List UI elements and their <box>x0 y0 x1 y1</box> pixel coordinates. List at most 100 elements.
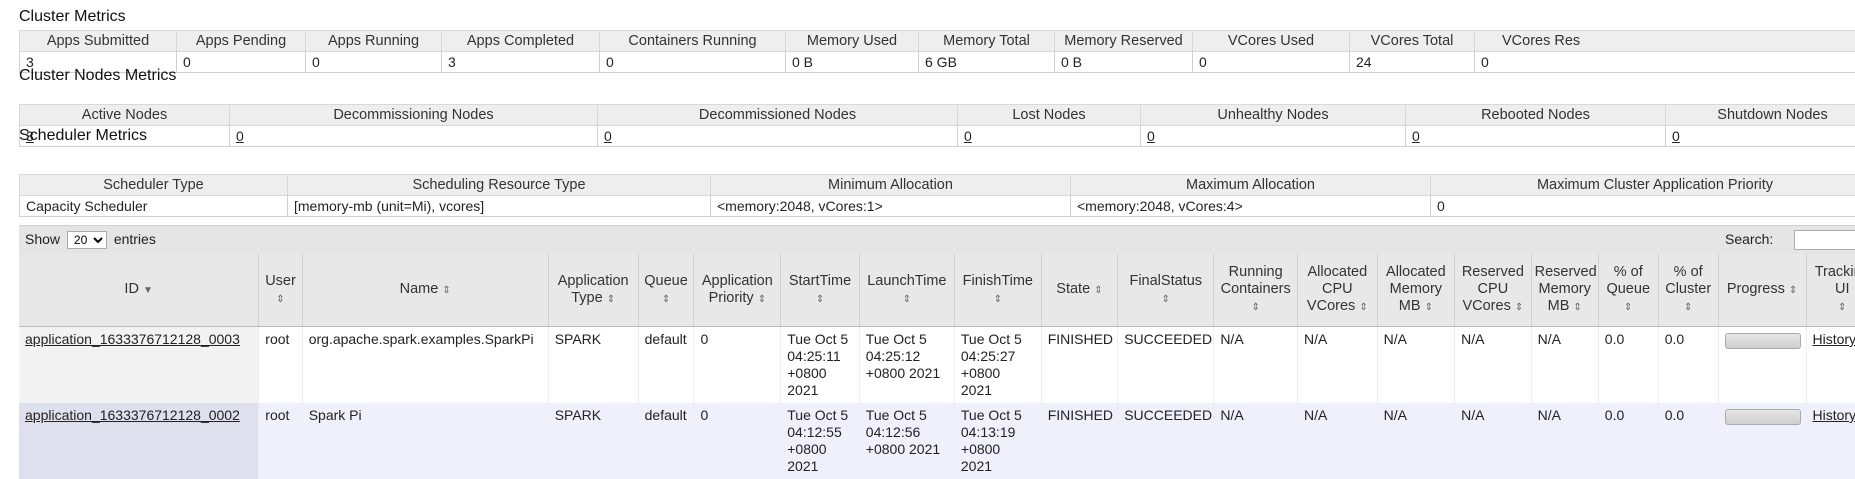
col-name[interactable]: Name ⇕ <box>302 254 548 327</box>
minimum-allocation-value: <memory:2048, vCores:1> <box>711 196 1071 217</box>
nodes-metrics-header-row: Active Nodes Decommissioning Nodes Decom… <box>20 105 1855 126</box>
pct-cluster-cell: 0.0 <box>1658 327 1718 404</box>
col-finish-time[interactable]: FinishTime⇕ <box>954 254 1041 327</box>
col-launch-time[interactable]: LaunchTime⇕ <box>859 254 954 327</box>
entries-select[interactable]: 20 <box>67 231 107 249</box>
application-id-link[interactable]: application_1633376712128_0002 <box>25 407 240 423</box>
col-start-time[interactable]: StartTime⇕ <box>781 254 860 327</box>
max-cluster-app-priority-value: 0 <box>1431 196 1855 217</box>
sort-icon: ⇕ <box>903 294 911 305</box>
col-running-containers[interactable]: Running Containers ⇕ <box>1214 254 1298 327</box>
nodes-metrics-table: Active Nodes Decommissioning Nodes Decom… <box>19 104 1855 147</box>
cluster-metrics-title: Cluster Metrics <box>19 8 126 26</box>
finish-time-cell: Tue Oct 5 04:13:19 +0800 2021 <box>954 403 1041 479</box>
col-id[interactable]: ID ▼ <box>19 254 259 327</box>
state-cell: FINISHED <box>1041 403 1117 479</box>
col-rebooted-nodes: Rebooted Nodes <box>1406 105 1666 126</box>
col-user[interactable]: User⇕ <box>259 254 302 327</box>
cluster-metrics-table: Apps Submitted Apps Pending Apps Running… <box>19 30 1855 73</box>
scheduler-metrics-table: Scheduler Type Scheduling Resource Type … <box>19 174 1855 217</box>
col-pct-of-queue[interactable]: % of Queue ⇕ <box>1598 254 1658 327</box>
search-input[interactable] <box>1794 230 1855 250</box>
finish-time-cell: Tue Oct 5 04:25:27 +0800 2021 <box>954 327 1041 404</box>
show-entries: Show 20 entries <box>25 231 156 249</box>
allocated-vcores-cell: N/A <box>1298 403 1378 479</box>
reserved-vcores-cell: N/A <box>1455 403 1531 479</box>
col-scheduling-resource-type: Scheduling Resource Type <box>288 175 711 196</box>
col-memory-used: Memory Used <box>786 31 919 52</box>
col-apps-completed: Apps Completed <box>442 31 600 52</box>
col-active-nodes: Active Nodes <box>20 105 230 126</box>
sort-icon: ⇕ <box>816 294 824 305</box>
col-tracking-ui[interactable]: Tracking UI⇕ <box>1806 254 1855 327</box>
nodes-metrics-title: Cluster Nodes Metrics <box>19 67 176 85</box>
col-reserved-memory-mb[interactable]: Reserved Memory MB ⇕ <box>1531 254 1598 327</box>
user-cell: root <box>259 327 302 404</box>
col-allocated-cpu-vcores[interactable]: Allocated CPU VCores ⇕ <box>1298 254 1378 327</box>
final-status-cell: SUCCEEDED <box>1118 403 1214 479</box>
unhealthy-nodes-link[interactable]: 0 <box>1147 128 1155 144</box>
col-max-cluster-app-priority: Maximum Cluster Application Priority <box>1431 175 1855 196</box>
col-unhealthy-nodes: Unhealthy Nodes <box>1141 105 1406 126</box>
sort-icon: ⇕ <box>442 285 450 296</box>
sort-icon: ⇕ <box>662 294 670 305</box>
priority-cell: 0 <box>694 403 781 479</box>
col-application-type[interactable]: Application Type ⇕ <box>548 254 638 327</box>
table-row: application_1633376712128_0002 root Spar… <box>19 403 1855 479</box>
sort-icon: ⇕ <box>758 294 766 305</box>
memory-reserved-value: 0 B <box>1055 52 1193 73</box>
col-memory-reserved: Memory Reserved <box>1055 31 1193 52</box>
table-controls-bar: Show 20 entries Search: <box>19 225 1855 254</box>
col-state[interactable]: State ⇕ <box>1041 254 1117 327</box>
col-decommissioned-nodes: Decommissioned Nodes <box>598 105 958 126</box>
final-status-cell: SUCCEEDED <box>1118 327 1214 404</box>
history-link[interactable]: History <box>1813 331 1855 347</box>
col-final-status[interactable]: FinalStatus⇕ <box>1118 254 1214 327</box>
name-cell: org.apache.spark.examples.SparkPi <box>302 327 548 404</box>
pct-queue-cell: 0.0 <box>1598 403 1658 479</box>
col-decommissioning-nodes: Decommissioning Nodes <box>230 105 598 126</box>
col-queue[interactable]: Queue⇕ <box>638 254 694 327</box>
pct-queue-cell: 0.0 <box>1598 327 1658 404</box>
apps-completed-value: 3 <box>442 52 600 73</box>
sort-icon: ⇕ <box>607 294 615 305</box>
col-progress[interactable]: Progress ⇕ <box>1718 254 1806 327</box>
col-application-priority[interactable]: Application Priority ⇕ <box>694 254 781 327</box>
decommissioned-nodes-link[interactable]: 0 <box>604 128 612 144</box>
sort-icon: ⇕ <box>1515 302 1523 313</box>
priority-cell: 0 <box>694 327 781 404</box>
col-containers-running: Containers Running <box>600 31 786 52</box>
col-memory-total: Memory Total <box>919 31 1055 52</box>
sort-icon: ⇕ <box>1094 285 1102 296</box>
col-lost-nodes: Lost Nodes <box>958 105 1141 126</box>
decommissioning-nodes-link[interactable]: 0 <box>236 128 244 144</box>
col-reserved-cpu-vcores[interactable]: Reserved CPU VCores ⇕ <box>1455 254 1531 327</box>
sort-desc-icon: ▼ <box>143 285 153 296</box>
pct-cluster-cell: 0.0 <box>1658 403 1718 479</box>
shutdown-nodes-link[interactable]: 0 <box>1672 128 1680 144</box>
maximum-allocation-value: <memory:2048, vCores:4> <box>1071 196 1431 217</box>
lost-nodes-link[interactable]: 0 <box>964 128 972 144</box>
applications-table: ID ▼ User⇕ Name ⇕ Application Type ⇕ Que… <box>19 254 1855 479</box>
scheduler-metrics-value-row: Capacity Scheduler [memory-mb (unit=Mi),… <box>20 196 1855 217</box>
memory-total-value: 6 GB <box>919 52 1055 73</box>
application-id-link[interactable]: application_1633376712128_0003 <box>25 331 240 347</box>
search-label: Search: <box>1725 231 1773 247</box>
allocated-memory-cell: N/A <box>1377 403 1455 479</box>
sort-icon: ⇕ <box>1789 285 1797 296</box>
sort-icon: ⇕ <box>1162 294 1170 305</box>
col-pct-of-cluster[interactable]: % of Cluster ⇕ <box>1658 254 1718 327</box>
scheduler-type-value: Capacity Scheduler <box>20 196 288 217</box>
rebooted-nodes-link[interactable]: 0 <box>1412 128 1420 144</box>
progress-bar <box>1725 333 1801 349</box>
launch-time-cell: Tue Oct 5 04:25:12 +0800 2021 <box>859 327 954 404</box>
sort-icon: ⇕ <box>1838 302 1846 313</box>
type-cell: SPARK <box>548 327 638 404</box>
memory-used-value: 0 B <box>786 52 919 73</box>
history-link[interactable]: History <box>1813 407 1855 423</box>
scheduler-metrics-header-row: Scheduler Type Scheduling Resource Type … <box>20 175 1855 196</box>
allocated-vcores-cell: N/A <box>1298 327 1378 404</box>
reserved-memory-cell: N/A <box>1531 327 1598 404</box>
col-allocated-memory-mb[interactable]: Allocated Memory MB ⇕ <box>1377 254 1455 327</box>
sort-icon: ⇕ <box>276 294 284 305</box>
